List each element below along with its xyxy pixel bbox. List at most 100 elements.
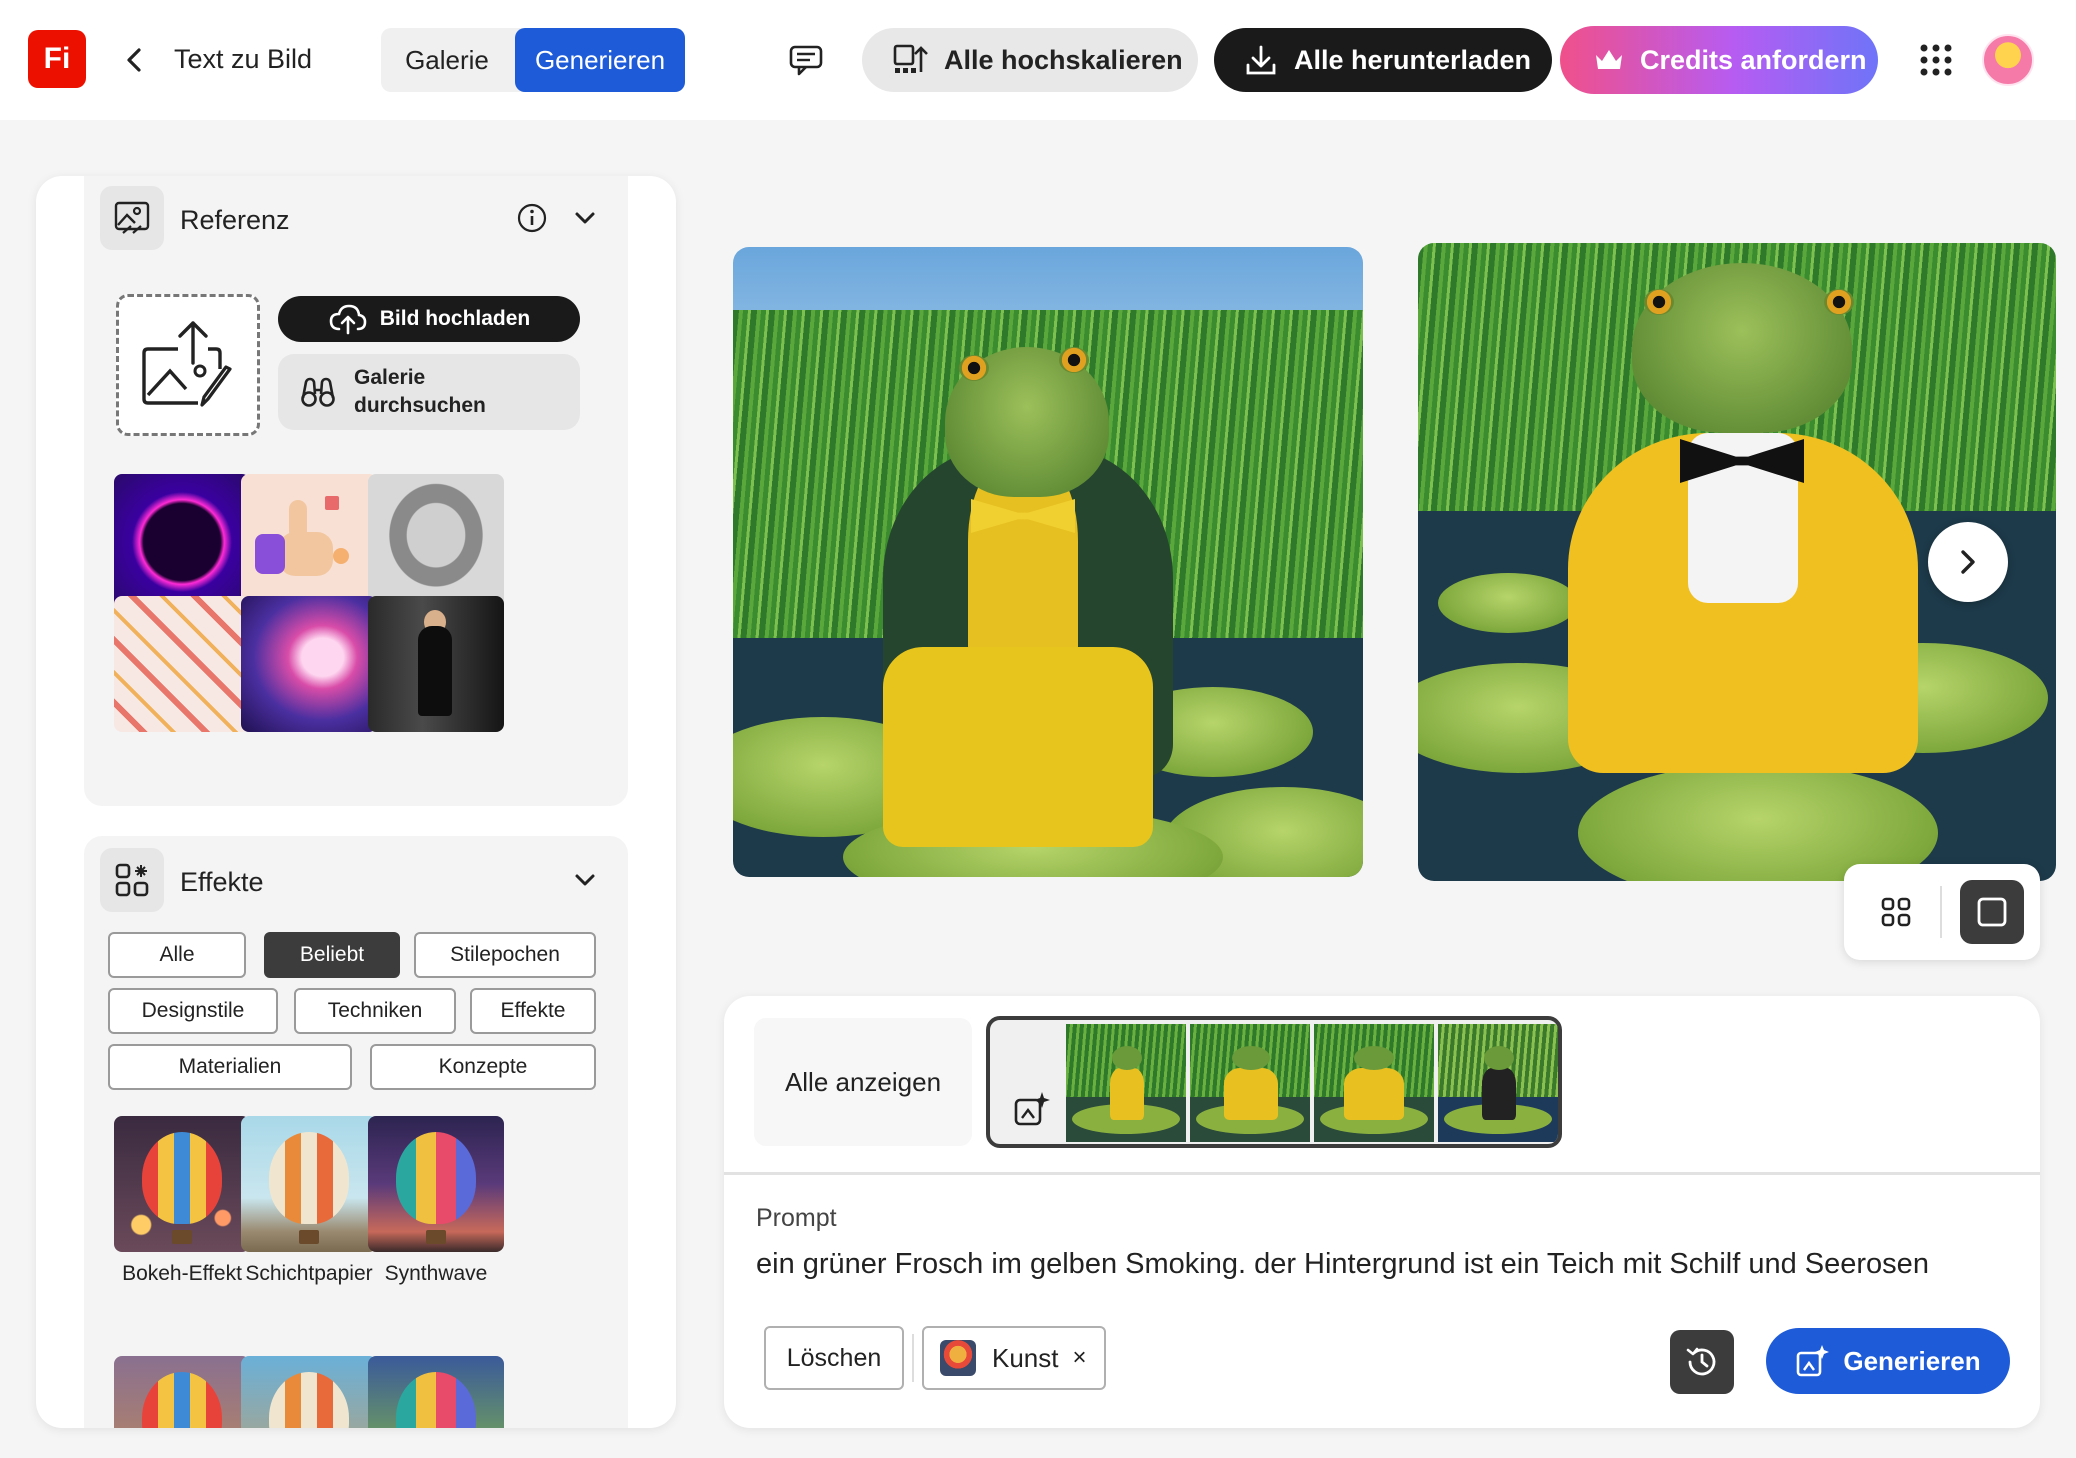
history-thumb-4[interactable] <box>1438 1024 1558 1142</box>
apps-grid-icon[interactable] <box>1918 42 1954 78</box>
filter-all[interactable]: Alle <box>108 932 246 978</box>
frog-pants <box>883 647 1153 847</box>
balloon-shape <box>142 1372 222 1428</box>
browse-gallery-label-1: Galerie <box>354 365 426 389</box>
history-thumb-1[interactable] <box>1066 1024 1186 1142</box>
tag-divider <box>912 1334 914 1382</box>
reference-thumb-pink-clouds[interactable] <box>241 596 377 732</box>
remove-tag-icon[interactable]: × <box>1073 1344 1087 1372</box>
effect-label-synthwave: Synthwave <box>384 1262 488 1285</box>
history-icon <box>1686 1347 1716 1376</box>
filter-materials[interactable]: Materialien <box>108 1044 352 1090</box>
thumb-person-body <box>418 626 452 716</box>
generate-sparkle-icon <box>1797 1345 1830 1377</box>
top-bar: Fi Text zu Bild Galerie Generieren Alle … <box>0 0 2076 120</box>
generate-button[interactable]: Generieren <box>1766 1328 2010 1394</box>
grid-view-icon[interactable] <box>1874 890 1918 934</box>
balloon-basket <box>172 1230 192 1244</box>
tab-gallery[interactable]: Galerie <box>381 28 513 92</box>
filter-popular[interactable]: Beliebt <box>264 932 400 978</box>
balloon-shape <box>142 1132 222 1224</box>
balloon-shape <box>269 1372 349 1428</box>
mode-switch: Galerie Generieren <box>381 28 685 92</box>
reference-thumb-hands-pattern[interactable] <box>114 596 250 732</box>
effect-thumb-bokeh[interactable] <box>114 1116 250 1252</box>
filter-style-eras[interactable]: Stilepochen <box>414 932 596 978</box>
back-button[interactable] <box>120 40 148 80</box>
history-thumb-3[interactable] <box>1314 1024 1434 1142</box>
download-icon <box>1244 43 1278 77</box>
user-avatar[interactable] <box>1982 34 2034 86</box>
effect-thumb-6[interactable] <box>368 1356 504 1428</box>
reference-section: Referenz Bild hochladen Galerie durchsuc… <box>84 176 628 806</box>
upscale-all-button[interactable]: Alle hochskalieren <box>862 28 1198 92</box>
effects-section: Effekte Alle Beliebt Stilepochen Designs… <box>84 836 628 1428</box>
request-credits-button[interactable]: Credits anfordern <box>1560 26 1878 94</box>
effect-thumb-4[interactable] <box>114 1356 250 1428</box>
reference-image-icon <box>100 186 164 250</box>
page-title: Text zu Bild <box>174 44 313 74</box>
history-thumb-2[interactable] <box>1190 1024 1310 1142</box>
clear-button[interactable]: Löschen <box>764 1326 904 1390</box>
filter-concepts[interactable]: Konzepte <box>370 1044 596 1090</box>
binoculars-icon <box>301 377 335 407</box>
regenerate-icon[interactable] <box>1012 1090 1052 1130</box>
reference-collapse-chevron-icon[interactable] <box>570 203 600 233</box>
show-all-button[interactable]: Alle anzeigen <box>754 1018 972 1146</box>
reference-thumb-engraving-portrait[interactable] <box>368 474 504 610</box>
reference-title: Referenz <box>180 205 290 235</box>
request-credits-label: Credits anfordern <box>1640 44 1867 75</box>
upload-dropzone[interactable] <box>116 294 260 436</box>
balloon-shape <box>269 1132 349 1224</box>
chevron-left-icon <box>127 48 141 72</box>
reference-thumb-neon-figure[interactable] <box>114 474 250 610</box>
frog-eye <box>1824 289 1854 315</box>
frog-eye <box>1059 347 1089 373</box>
lily-pad <box>1438 573 1578 633</box>
filter-techniques[interactable]: Techniken <box>294 988 456 1034</box>
generated-image-1[interactable] <box>733 247 1363 877</box>
browse-gallery-button[interactable]: Galerie durchsuchen <box>278 354 580 430</box>
chevron-right-icon <box>1961 550 1975 574</box>
effects-collapse-chevron-icon[interactable] <box>570 865 600 895</box>
style-tag-art: Kunst × <box>922 1326 1106 1390</box>
balloon-shape <box>396 1372 476 1428</box>
prompt-label: Prompt <box>756 1204 837 1232</box>
filter-effects[interactable]: Effekte <box>470 988 596 1034</box>
download-all-label: Alle herunterladen <box>1294 44 1532 75</box>
effect-thumb-layered-paper[interactable] <box>241 1116 377 1252</box>
view-mode-toggle <box>1844 864 2040 960</box>
style-tag-thumbnail <box>940 1340 976 1376</box>
prompt-divider <box>724 1172 2040 1175</box>
app-root: Fi Text zu Bild Galerie Generieren Alle … <box>0 0 2076 1458</box>
upscale-icon <box>892 42 928 78</box>
info-icon[interactable] <box>516 202 548 234</box>
balloon-basket <box>426 1230 446 1244</box>
frog-eye <box>1644 289 1674 315</box>
frog-head <box>1632 263 1852 433</box>
history-button[interactable] <box>1670 1330 1734 1394</box>
generation-history-strip <box>986 1016 1562 1148</box>
effect-thumb-synthwave[interactable] <box>368 1116 504 1252</box>
crown-icon <box>1594 47 1624 73</box>
upscale-all-label: Alle hochskalieren <box>944 44 1183 75</box>
prompt-input[interactable]: ein grüner Frosch im gelben Smoking. der… <box>756 1248 2016 1281</box>
download-all-button[interactable]: Alle herunterladen <box>1214 28 1552 92</box>
effect-thumb-5[interactable] <box>241 1356 377 1428</box>
reference-thumb-thumbs-up[interactable] <box>241 474 377 610</box>
firefly-logo[interactable]: Fi <box>28 30 86 88</box>
tab-generate[interactable]: Generieren <box>515 28 685 92</box>
balloon-basket <box>299 1230 319 1244</box>
reference-thumb-man-in-suit[interactable] <box>368 596 504 732</box>
balloon-shape <box>396 1132 476 1224</box>
single-view-icon[interactable] <box>1960 880 2024 944</box>
next-image-button[interactable] <box>1928 522 2008 602</box>
settings-panel: Referenz Bild hochladen Galerie durchsuc… <box>36 176 676 1428</box>
upload-image-button[interactable]: Bild hochladen <box>278 296 580 342</box>
prompt-panel: Alle anzeigen Prompt ein grüner Frosch i… <box>724 996 2040 1428</box>
filter-design-styles[interactable]: Designstile <box>108 988 278 1034</box>
image-upload-icon <box>142 321 232 407</box>
generate-label: Generieren <box>1843 1345 1981 1376</box>
feedback-icon[interactable] <box>786 40 826 80</box>
browse-gallery-label-2: durchsuchen <box>354 394 486 417</box>
